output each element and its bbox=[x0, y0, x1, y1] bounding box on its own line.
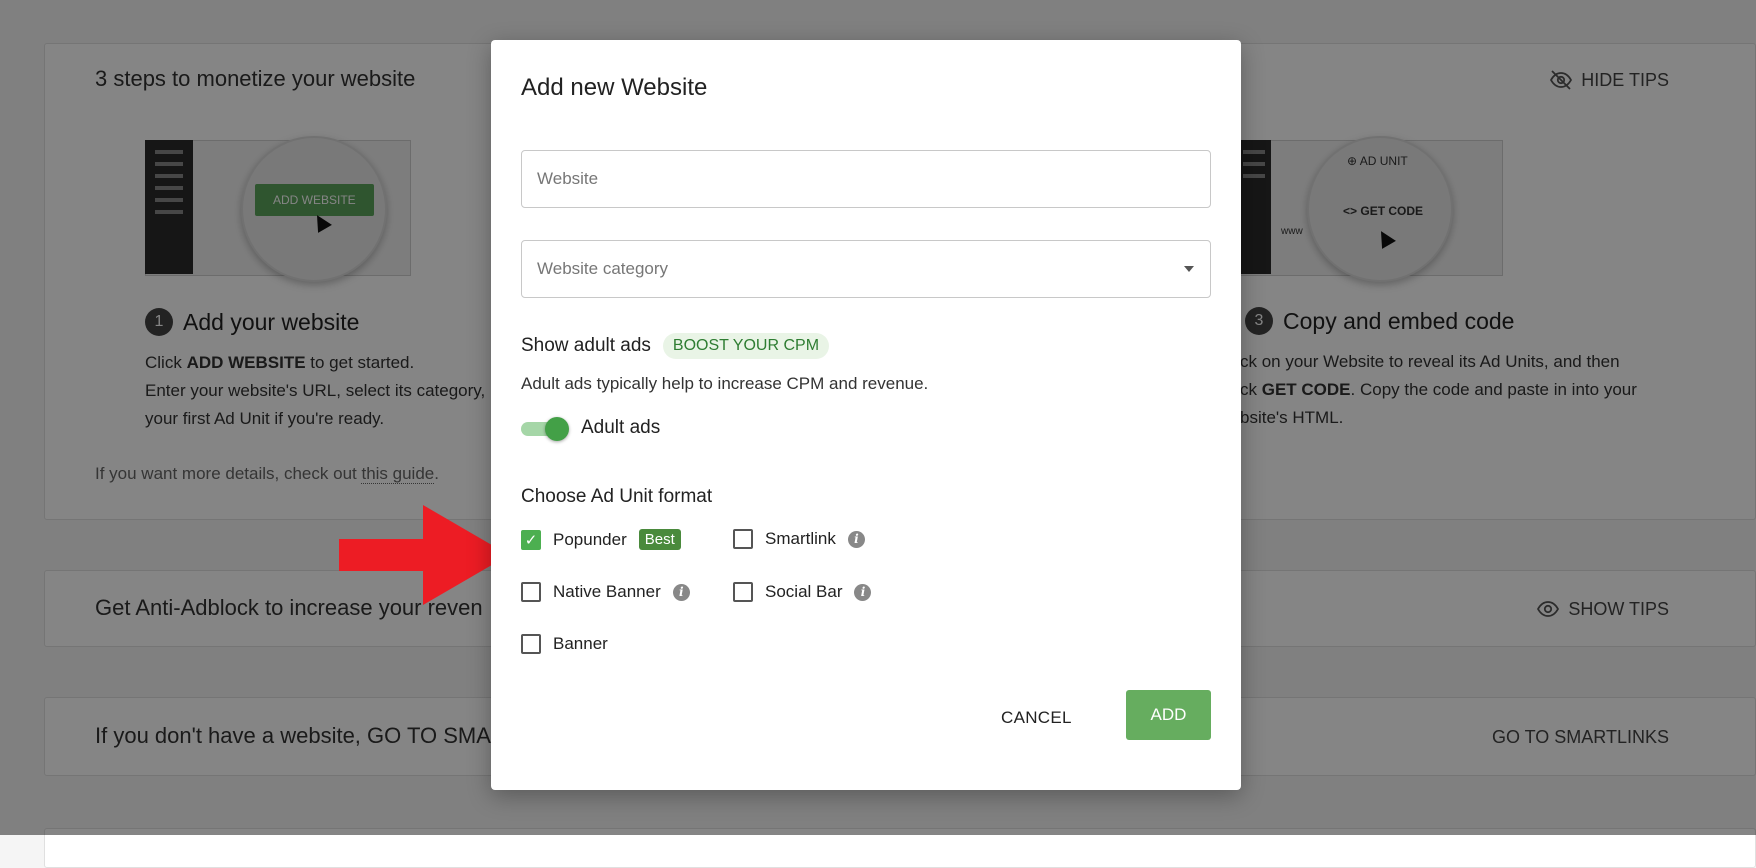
cancel-button[interactable]: CANCEL bbox=[1001, 708, 1072, 728]
dialog-title: Add new Website bbox=[521, 74, 708, 101]
website-category-select[interactable]: Website category bbox=[521, 240, 1211, 298]
chevron-down-icon bbox=[1184, 266, 1194, 272]
website-field bbox=[521, 150, 1211, 208]
info-icon[interactable]: i bbox=[854, 583, 872, 601]
adult-ads-description: Adult ads typically help to increase CPM… bbox=[521, 374, 929, 393]
boost-cpm-badge: BOOST YOUR CPM bbox=[662, 333, 830, 359]
adult-ads-toggle-row: Adult ads bbox=[521, 417, 661, 441]
adult-ads-heading: Show adult ads BOOST YOUR CPM bbox=[521, 333, 830, 359]
format-social-bar[interactable]: Social Bar i bbox=[733, 582, 872, 602]
info-icon[interactable]: i bbox=[847, 530, 865, 548]
info-icon[interactable]: i bbox=[672, 583, 690, 601]
ad-unit-format-title: Choose Ad Unit format bbox=[521, 486, 713, 507]
red-arrow-annotation bbox=[339, 505, 509, 605]
best-badge: Best bbox=[638, 529, 681, 550]
native-banner-label: Native Banner bbox=[553, 582, 661, 601]
smartlink-checkbox[interactable] bbox=[733, 529, 753, 549]
format-native-banner[interactable]: Native Banner i bbox=[521, 582, 690, 602]
website-input[interactable] bbox=[522, 151, 1210, 207]
banner-checkbox[interactable] bbox=[521, 634, 541, 654]
add-website-dialog: Add new Website Website category Show ad… bbox=[491, 40, 1241, 790]
adult-ads-toggle-label: Adult ads bbox=[581, 417, 661, 438]
format-popunder[interactable]: ✓ Popunder Best bbox=[521, 529, 681, 550]
popunder-checkbox[interactable]: ✓ bbox=[521, 529, 541, 550]
popunder-label: Popunder bbox=[553, 529, 627, 549]
smartlink-label: Smartlink bbox=[765, 529, 836, 548]
adult-ads-toggle[interactable] bbox=[521, 417, 569, 441]
banner-label: Banner bbox=[553, 634, 608, 653]
add-button[interactable]: ADD bbox=[1126, 690, 1211, 740]
social-bar-checkbox[interactable] bbox=[733, 582, 753, 602]
social-bar-label: Social Bar bbox=[765, 582, 843, 601]
adult-ads-title: Show adult ads bbox=[521, 335, 651, 356]
website-category-placeholder: Website category bbox=[537, 259, 669, 278]
native-banner-checkbox[interactable] bbox=[521, 582, 541, 602]
format-smartlink[interactable]: Smartlink i bbox=[733, 529, 865, 549]
format-banner[interactable]: Banner bbox=[521, 634, 608, 654]
